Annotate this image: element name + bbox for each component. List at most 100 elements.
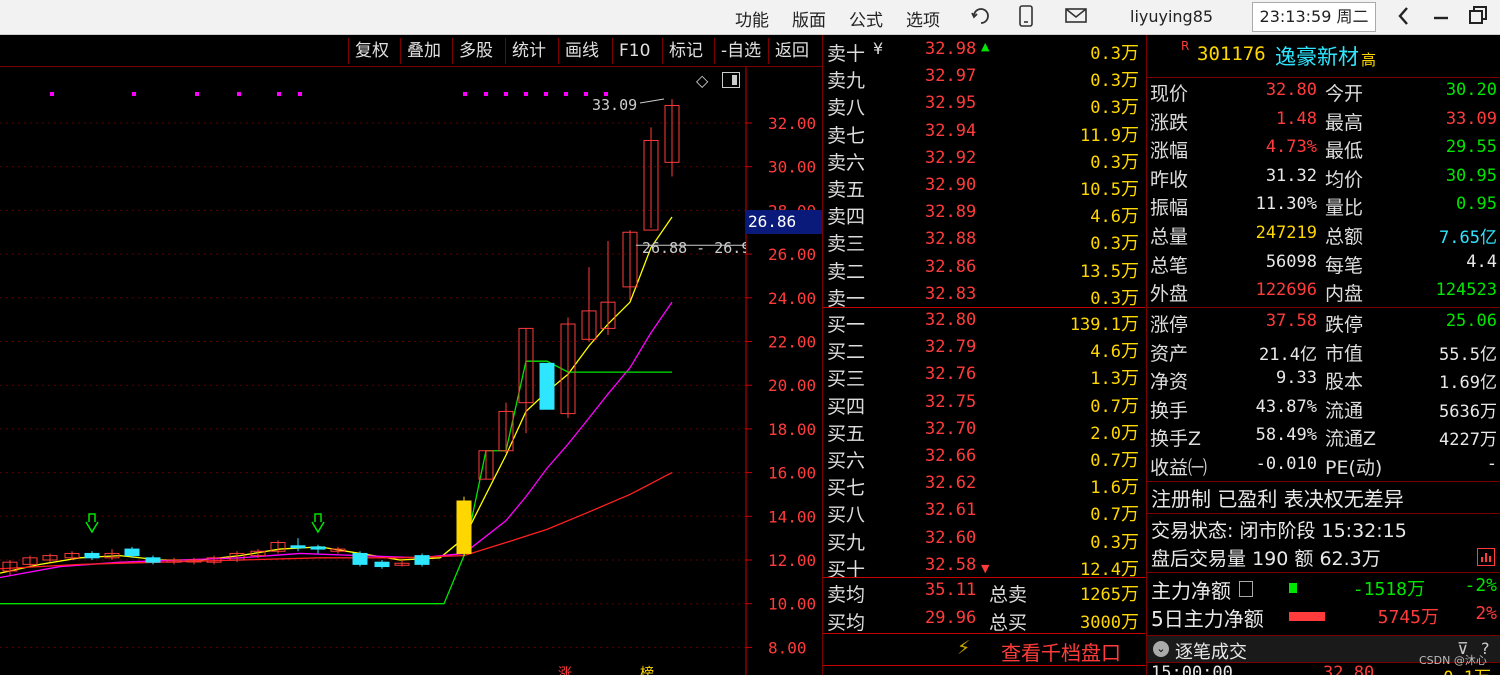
stat-label-right: 内盘 xyxy=(1325,283,1364,306)
self-select-button[interactable]: -自选 xyxy=(714,38,767,64)
minimize-icon[interactable] xyxy=(1432,3,1450,34)
watermark: CSDN @沐心 xyxy=(1419,654,1487,667)
stat-label-right: 股本 xyxy=(1325,371,1364,394)
stat-row: 收益㈠ -0.010 PE(动) - xyxy=(1147,452,1500,480)
currency-mark: ¥ xyxy=(873,39,884,58)
volume-unit: 万 xyxy=(1121,151,1139,173)
sell-level-volume: 0.3万 xyxy=(1090,229,1139,255)
restore-icon[interactable] xyxy=(1468,3,1490,34)
sell-level-6[interactable]: 卖五 32.90 10.5万 xyxy=(823,174,1145,201)
lightning-icon: ⚡ xyxy=(957,637,971,659)
phone-icon[interactable] xyxy=(1018,5,1034,32)
bar-chart-icon[interactable] xyxy=(1477,548,1495,566)
buy-level-4[interactable]: 买四 32.75 0.7万 xyxy=(823,391,1145,418)
stat-label-left: 现价 xyxy=(1150,83,1189,105)
main-net-bar xyxy=(1289,583,1297,593)
after-hours-volume: 190 xyxy=(1252,548,1289,570)
stat-value-left: 31.32 xyxy=(1265,165,1317,186)
stock-tag: 高 xyxy=(1361,51,1377,69)
multi-stock-button[interactable]: 多股 xyxy=(452,38,499,64)
sell-level-1[interactable]: 卖十 ¥32.98 ▲ 0.3万 xyxy=(823,38,1145,65)
price-tick-label: 22.00 xyxy=(768,333,816,352)
draw-line-button[interactable]: 画线 xyxy=(558,38,605,64)
buy-level-3[interactable]: 买三 32.76 1.3万 xyxy=(823,363,1145,390)
summary-volume-number: 1265 xyxy=(1080,585,1121,605)
message-icon[interactable] xyxy=(1064,5,1088,30)
menu-formula[interactable]: 公式 xyxy=(849,6,883,31)
stat-value-left: 32.80 xyxy=(1265,80,1317,100)
f10-button[interactable]: F10 xyxy=(612,38,656,64)
stat-value-right: 4227万 xyxy=(1439,430,1497,451)
buy-level-2[interactable]: 买二 32.79 4.6万 xyxy=(823,336,1145,363)
buy-level-9[interactable]: 买九 32.60 0.3万 xyxy=(823,527,1145,554)
sell-level-4[interactable]: 卖七 32.94 11.9万 xyxy=(823,120,1145,147)
buy-level-5[interactable]: 买五 32.70 2.0万 xyxy=(823,418,1145,445)
sell-level-2[interactable]: 卖九 32.97 0.3万 xyxy=(823,65,1145,92)
back-arrow-icon[interactable] xyxy=(1396,3,1412,34)
diamond-icon[interactable]: ◇ xyxy=(696,71,708,90)
stat-label-left: 昨收 xyxy=(1150,168,1189,191)
volume-number: 139.1 xyxy=(1069,315,1121,335)
sell-level-8[interactable]: 卖三 32.88 0.3万 xyxy=(823,228,1145,255)
stat-row: 涨停 37.58 跌停 25.06 xyxy=(1147,309,1500,337)
volume-number: 4.6 xyxy=(1090,342,1121,363)
sell-level-3[interactable]: 卖八 32.95 0.3万 xyxy=(823,92,1145,119)
kline-chart[interactable]: 32.0030.0028.0026.0024.0022.0020.0018.00… xyxy=(0,67,822,675)
stat-value-right: - xyxy=(1486,454,1497,474)
username[interactable]: liyuying85 xyxy=(1130,7,1213,26)
menu-function[interactable]: 功能 xyxy=(735,6,769,31)
stat-row: 换手Z 58.49% 流通Z 4227万 xyxy=(1147,423,1500,451)
buy-level-8[interactable]: 买八 32.61 0.7万 xyxy=(823,499,1145,526)
buy-level-6[interactable]: 买六 32.66 0.7万 xyxy=(823,445,1145,472)
sell-level-volume: 10.5万 xyxy=(1080,175,1139,201)
main-net-value: -1518万 xyxy=(1352,579,1425,600)
candle-body xyxy=(145,557,161,563)
trade-status-value: 闭市阶段 15:32:15 xyxy=(1239,520,1407,542)
panel-toggle-icon[interactable] xyxy=(722,72,740,88)
volume-unit: 万 xyxy=(1121,531,1139,553)
stock-name[interactable]: 逸豪新材 xyxy=(1275,41,1359,71)
restore-rights-button[interactable]: 复权 xyxy=(348,38,395,64)
sell-level-9[interactable]: 卖二 32.86 13.5万 xyxy=(823,256,1145,283)
stat-label-left: 涨停 xyxy=(1150,314,1189,336)
signal-dot xyxy=(504,92,508,96)
sell-level-7[interactable]: 卖四 32.89 4.6万 xyxy=(823,201,1145,228)
stat-label-right: 每笔 xyxy=(1325,254,1364,277)
buy-level-label: 买四 xyxy=(827,395,866,418)
buy-level-7[interactable]: 买七 32.62 1.6万 xyxy=(823,472,1145,499)
list-icon[interactable] xyxy=(1239,581,1253,597)
signal-dot xyxy=(524,92,528,96)
chevron-down-icon[interactable]: ⌄ xyxy=(1153,641,1169,657)
sell-level-5[interactable]: 卖六 32.92 0.3万 xyxy=(823,147,1145,174)
candle-body xyxy=(352,552,368,565)
statistics-button[interactable]: 统计 xyxy=(505,38,552,64)
stat-label-right: 市值 xyxy=(1325,342,1364,365)
return-button[interactable]: 返回 xyxy=(768,38,815,64)
mark-button[interactable]: 标记 xyxy=(662,38,709,64)
stat-value-right: 30.95 xyxy=(1445,165,1497,186)
sell-level-price: 32.92 xyxy=(925,147,977,168)
buy-level-price: 32.76 xyxy=(925,364,977,385)
menu-options[interactable]: 选项 xyxy=(906,6,940,31)
stat-label-right: 最低 xyxy=(1325,140,1364,163)
thousand-divider xyxy=(823,633,1145,634)
signal-dot xyxy=(277,92,281,96)
volume-number: 0.3 xyxy=(1090,288,1121,309)
buy-level-label: 买八 xyxy=(827,504,866,527)
refresh-icon[interactable] xyxy=(970,5,992,32)
thousand-levels-link[interactable]: ⚡ 查看千档盘口 xyxy=(823,635,1145,665)
buy-level-1[interactable]: 买一 32.80 139.1万 xyxy=(823,309,1145,336)
overlay-button[interactable]: 叠加 xyxy=(400,38,447,64)
stat-value-right: 5636万 xyxy=(1439,401,1497,422)
marker-layer xyxy=(50,92,746,534)
stock-info-panel: R 301176 逸豪新材 高 现价 32.80 今开 30.20 涨跌 1.48 最高 33… xyxy=(1146,35,1500,675)
volume-number: 0.3 xyxy=(1090,234,1121,255)
menu-layout[interactable]: 版面 xyxy=(792,6,826,31)
buy-level-volume: 0.7万 xyxy=(1090,446,1139,472)
high-price-label: 33.09 xyxy=(592,96,638,114)
stat-label-right: 今开 xyxy=(1325,83,1364,105)
kline-svg[interactable]: 32.0030.0028.0026.0024.0022.0020.0018.00… xyxy=(0,67,822,675)
stat-label-left: 收益㈠ xyxy=(1150,457,1208,479)
stat-row: 总笔 56098 每笔 4.4 xyxy=(1147,250,1500,278)
sell-level-10[interactable]: 卖一 32.83 0.3万 xyxy=(823,283,1145,310)
